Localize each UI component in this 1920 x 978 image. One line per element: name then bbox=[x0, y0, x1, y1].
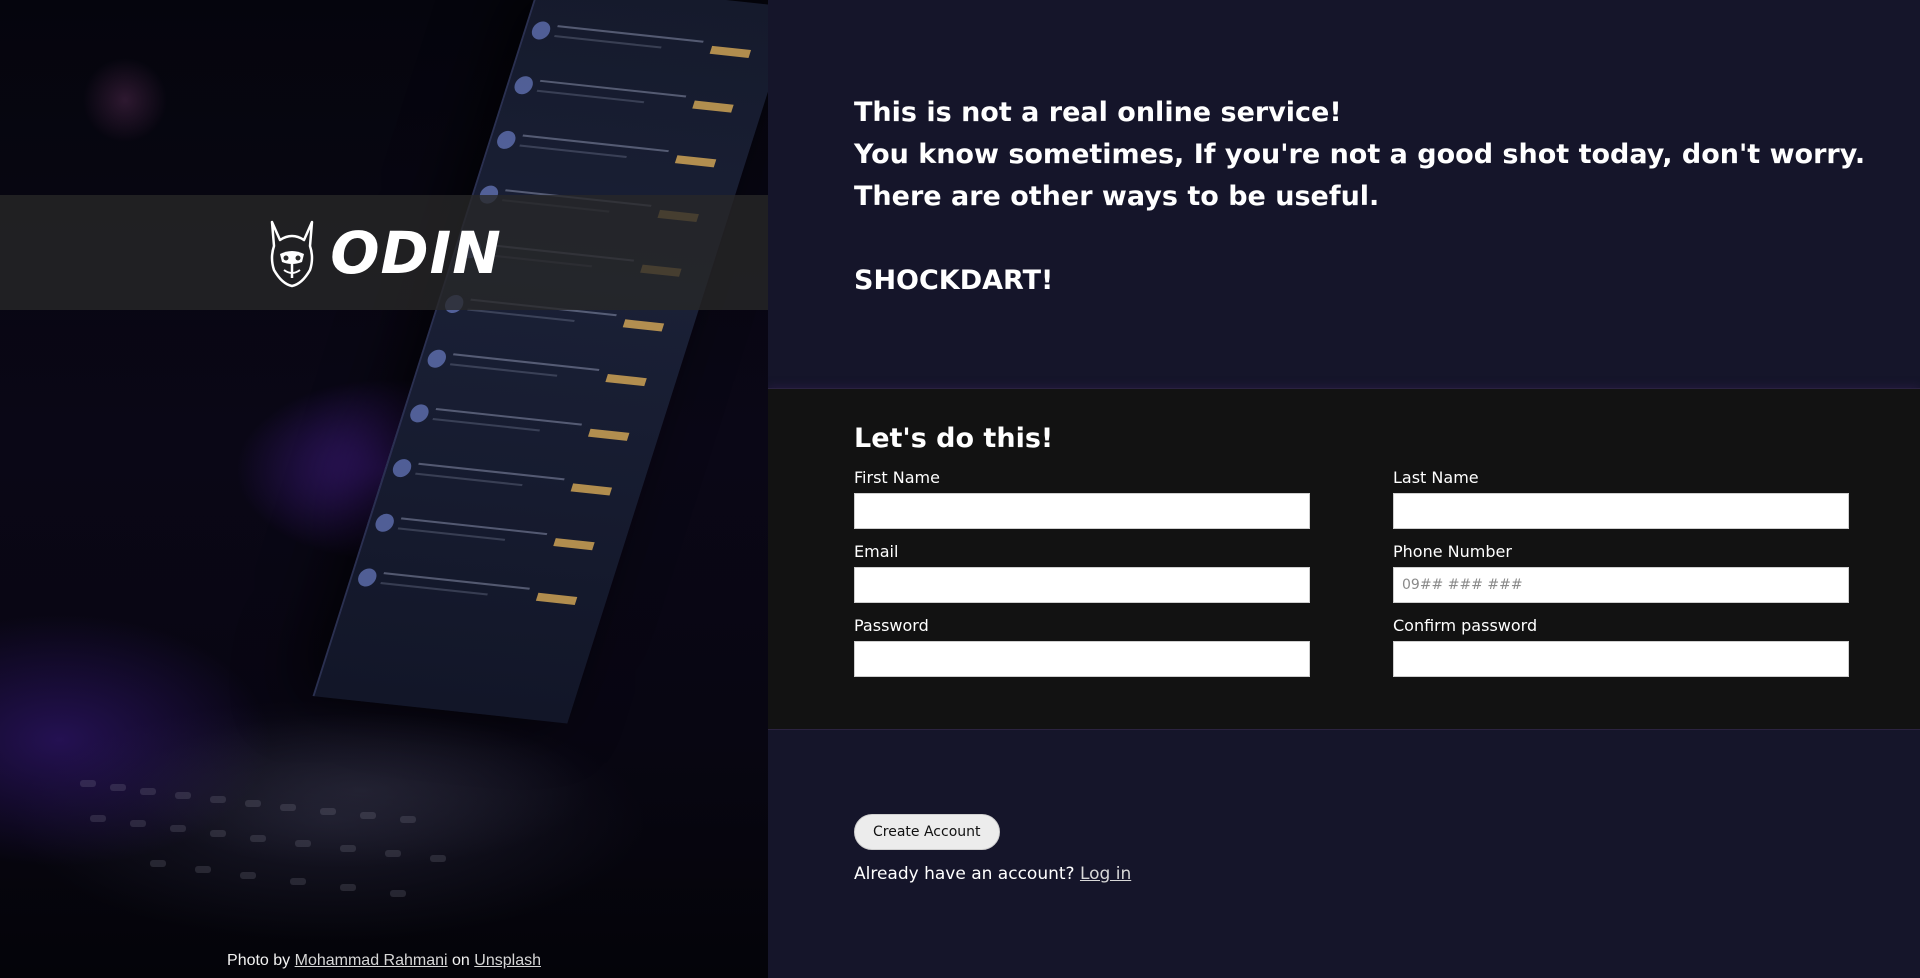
password-input[interactable] bbox=[854, 641, 1310, 677]
hero-image: ODIN Photo by Mohammad Rahmani on Unspla… bbox=[0, 0, 768, 978]
last-name-label: Last Name bbox=[1393, 468, 1479, 487]
signup-page: ODIN Photo by Mohammad Rahmani on Unspla… bbox=[0, 0, 1920, 978]
intro-line-1: This is not a real online service! bbox=[854, 97, 1342, 128]
create-account-button[interactable]: Create Account bbox=[854, 814, 1000, 850]
logo-text: ODIN bbox=[330, 218, 502, 287]
first-name-label: First Name bbox=[854, 468, 940, 487]
email-field: Email bbox=[854, 541, 1310, 603]
laptop-keyboard-graphic bbox=[0, 700, 768, 978]
first-name-field: First Name bbox=[854, 467, 1310, 529]
intro-line-2: You know sometimes, If you're not a good… bbox=[854, 139, 1866, 170]
credit-source-link[interactable]: Unsplash bbox=[474, 952, 541, 969]
logo-banner: ODIN bbox=[0, 195, 768, 310]
actions-section: Create Account Already have an account? … bbox=[768, 730, 1920, 978]
intro-line-3: There are other ways to be useful. bbox=[854, 181, 1380, 212]
email-input[interactable] bbox=[854, 567, 1310, 603]
photo-credit: Photo by Mohammad Rahmani on Unsplash bbox=[0, 952, 768, 970]
phone-label: Phone Number bbox=[1393, 542, 1512, 561]
form-title: Let's do this! bbox=[854, 423, 1054, 454]
credit-author-link[interactable]: Mohammad Rahmani bbox=[295, 952, 448, 969]
login-prompt-text: Already have an account? bbox=[854, 864, 1075, 884]
form-grid: First Name Last Name Email Phone Number … bbox=[854, 467, 1850, 677]
last-name-input[interactable] bbox=[1393, 493, 1849, 529]
odin-helmet-icon bbox=[270, 220, 314, 287]
laptop-screen-graphic bbox=[312, 0, 768, 724]
password-label: Password bbox=[854, 616, 929, 635]
credit-middle: on bbox=[452, 952, 470, 969]
first-name-input[interactable] bbox=[854, 493, 1310, 529]
login-link[interactable]: Log in bbox=[1080, 864, 1131, 884]
phone-field: Phone Number bbox=[1393, 541, 1849, 603]
confirm-password-label: Confirm password bbox=[1393, 616, 1538, 635]
email-label: Email bbox=[854, 542, 899, 561]
last-name-field: Last Name bbox=[1393, 467, 1849, 529]
brand-name: SHOCKDART! bbox=[854, 265, 1054, 296]
phone-input[interactable] bbox=[1393, 567, 1849, 603]
confirm-password-field: Confirm password bbox=[1393, 615, 1849, 677]
confirm-password-input[interactable] bbox=[1393, 641, 1849, 677]
password-field: Password bbox=[854, 615, 1310, 677]
login-prompt: Already have an account? Log in bbox=[854, 864, 1920, 884]
signup-form: Let's do this! First Name Last Name Emai… bbox=[768, 388, 1920, 730]
credit-prefix: Photo by bbox=[227, 952, 291, 969]
intro-section: This is not a real online service! You k… bbox=[768, 0, 1920, 388]
main-content: This is not a real online service! You k… bbox=[768, 0, 1920, 978]
